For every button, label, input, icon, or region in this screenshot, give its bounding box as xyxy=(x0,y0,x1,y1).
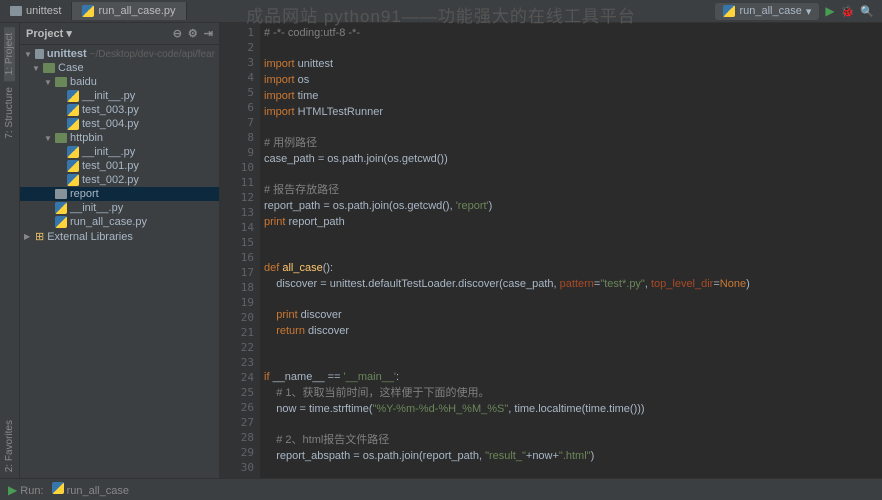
tree-file-init[interactable]: __init__.py xyxy=(20,89,219,103)
overlay-watermark: 成品网站 python91——功能强大的在线工具平台 xyxy=(246,2,636,27)
tree-file-init2[interactable]: __init__.py xyxy=(20,145,219,159)
tree-folder-baidu[interactable]: ▼baidu xyxy=(20,75,219,89)
project-tree-panel: Project ▾ ⊖ ⚙ ⇥ ▼unittest ~/Desktop/dev-… xyxy=(20,23,220,478)
run-button[interactable]: ▶ xyxy=(825,4,834,18)
tree-file-init3[interactable]: __init__.py xyxy=(20,201,219,215)
run-configuration-selector[interactable]: run_all_case▾ xyxy=(715,3,819,20)
tree-folder-report[interactable]: report xyxy=(20,187,219,201)
tree-file-run-all[interactable]: run_all_case.py xyxy=(20,215,219,229)
project-tab[interactable]: unittest xyxy=(0,2,72,20)
python-icon xyxy=(67,160,79,172)
collapse-icon[interactable]: ⊖ xyxy=(173,27,182,40)
tree-file-test004[interactable]: test_004.py xyxy=(20,117,219,131)
code-content[interactable]: # -*- coding:utf-8 -*- import unittest i… xyxy=(260,23,882,478)
python-icon xyxy=(67,118,79,130)
gear-icon[interactable]: ⚙ xyxy=(188,27,198,40)
hide-icon[interactable]: ⇥ xyxy=(204,27,213,40)
folder-icon xyxy=(55,133,67,143)
python-icon xyxy=(55,216,67,228)
project-panel-header: Project ▾ ⊖ ⚙ ⇥ xyxy=(20,23,219,45)
project-view-selector[interactable]: Project ▾ xyxy=(26,27,72,40)
file-tab-run-all-case[interactable]: run_all_case.py xyxy=(72,2,186,20)
python-icon xyxy=(67,104,79,116)
code-editor[interactable]: 1234567891011121314151617181920212223242… xyxy=(220,23,882,478)
line-gutter: 1234567891011121314151617181920212223242… xyxy=(220,23,260,478)
folder-icon xyxy=(55,77,67,87)
python-icon xyxy=(82,5,94,17)
search-icon[interactable]: 🔍 xyxy=(860,5,874,18)
python-icon xyxy=(55,202,67,214)
run-status-file[interactable]: run_all_case xyxy=(52,482,129,497)
folder-icon xyxy=(10,6,22,16)
folder-icon xyxy=(55,189,67,199)
folder-icon xyxy=(43,63,55,73)
favorites-tool-button[interactable]: 2: Favorites xyxy=(4,414,15,478)
library-icon: ⊞ xyxy=(35,230,44,243)
tree-external-libraries[interactable]: ▶⊞ External Libraries xyxy=(20,229,219,244)
tree-folder-httpbin[interactable]: ▼httpbin xyxy=(20,131,219,145)
python-icon xyxy=(52,482,64,494)
tool-window-bar-left: 1: Project 7: Structure 2: Favorites xyxy=(0,23,20,478)
python-icon xyxy=(67,174,79,186)
folder-icon xyxy=(35,49,44,59)
project-tool-button[interactable]: 1: Project xyxy=(4,27,15,81)
python-icon xyxy=(67,90,79,102)
debug-button[interactable]: 🐞 xyxy=(841,5,855,18)
chevron-down-icon: ▾ xyxy=(806,5,812,18)
run-tool-button[interactable]: ▶ Run: xyxy=(8,483,44,497)
tree-file-test003[interactable]: test_003.py xyxy=(20,103,219,117)
tree-root[interactable]: ▼unittest ~/Desktop/dev-code/api/fear xyxy=(20,47,219,61)
python-icon xyxy=(67,146,79,158)
structure-tool-button[interactable]: 7: Structure xyxy=(4,81,15,145)
status-bar: ▶ Run: run_all_case xyxy=(0,478,882,500)
tree-folder-case[interactable]: ▼Case xyxy=(20,61,219,75)
tree-file-test001[interactable]: test_001.py xyxy=(20,159,219,173)
python-icon xyxy=(723,5,735,17)
tree-file-test002[interactable]: test_002.py xyxy=(20,173,219,187)
project-tree[interactable]: ▼unittest ~/Desktop/dev-code/api/fear ▼C… xyxy=(20,45,219,246)
